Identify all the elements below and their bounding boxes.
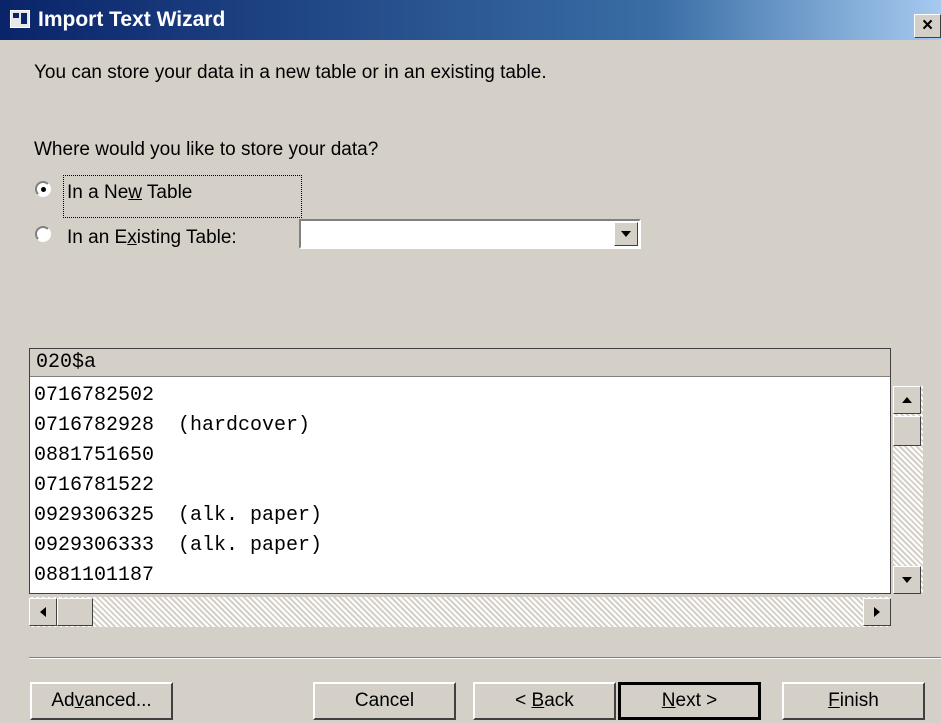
- close-button[interactable]: ×: [914, 14, 941, 38]
- app-icon: [10, 10, 30, 28]
- horizontal-scrollbar[interactable]: [29, 597, 891, 627]
- preview-row[interactable]: 0716782928 (hardcover): [30, 411, 890, 441]
- preview-row[interactable]: 0881101187: [30, 561, 890, 591]
- next-button[interactable]: Next >: [618, 682, 761, 720]
- arrow-right-icon: [874, 607, 880, 617]
- scroll-up-button[interactable]: [893, 386, 921, 414]
- title-bar: Import Text Wizard: [0, 0, 941, 40]
- existing-table-combo[interactable]: [299, 219, 641, 249]
- scroll-left-button[interactable]: [29, 598, 57, 626]
- new-table-radio[interactable]: [35, 181, 51, 197]
- preview-row[interactable]: 0929306325 (alk. paper): [30, 501, 890, 531]
- cancel-button[interactable]: Cancel: [313, 682, 456, 720]
- window-title: Import Text Wizard: [38, 8, 226, 31]
- back-button[interactable]: < Back: [473, 682, 616, 720]
- intro-text: You can store your data in a new table o…: [34, 62, 547, 83]
- arrow-left-icon: [40, 607, 46, 617]
- new-table-label[interactable]: In a New Table: [67, 182, 192, 204]
- preview-grid[interactable]: 020$a 0716782502 0716782928 (hardcover) 08…: [29, 348, 891, 594]
- horizontal-scroll-thumb[interactable]: [57, 598, 93, 626]
- combo-dropdown-button[interactable]: [614, 222, 638, 246]
- vertical-scroll-thumb[interactable]: [893, 416, 921, 446]
- separator-line: [29, 657, 941, 659]
- chevron-down-icon: [621, 231, 631, 237]
- preview-row[interactable]: 0929306333 (alk. paper): [30, 531, 890, 561]
- preview-column-header[interactable]: 020$a: [30, 349, 890, 377]
- scroll-down-button[interactable]: [893, 566, 921, 594]
- advanced-button[interactable]: Advanced...: [30, 682, 173, 720]
- existing-table-label[interactable]: In an Existing Table:: [67, 227, 237, 249]
- preview-row[interactable]: 0716781522: [30, 471, 890, 501]
- preview-row[interactable]: 0881751650: [30, 441, 890, 471]
- finish-button[interactable]: Finish: [782, 682, 925, 720]
- question-text: Where would you like to store your data?: [34, 139, 379, 160]
- existing-table-radio[interactable]: [35, 226, 51, 242]
- vertical-scrollbar[interactable]: [893, 386, 923, 594]
- scroll-right-button[interactable]: [863, 598, 891, 626]
- arrow-up-icon: [902, 397, 912, 403]
- arrow-down-icon: [902, 577, 912, 583]
- preview-row[interactable]: 0716782502: [30, 381, 890, 411]
